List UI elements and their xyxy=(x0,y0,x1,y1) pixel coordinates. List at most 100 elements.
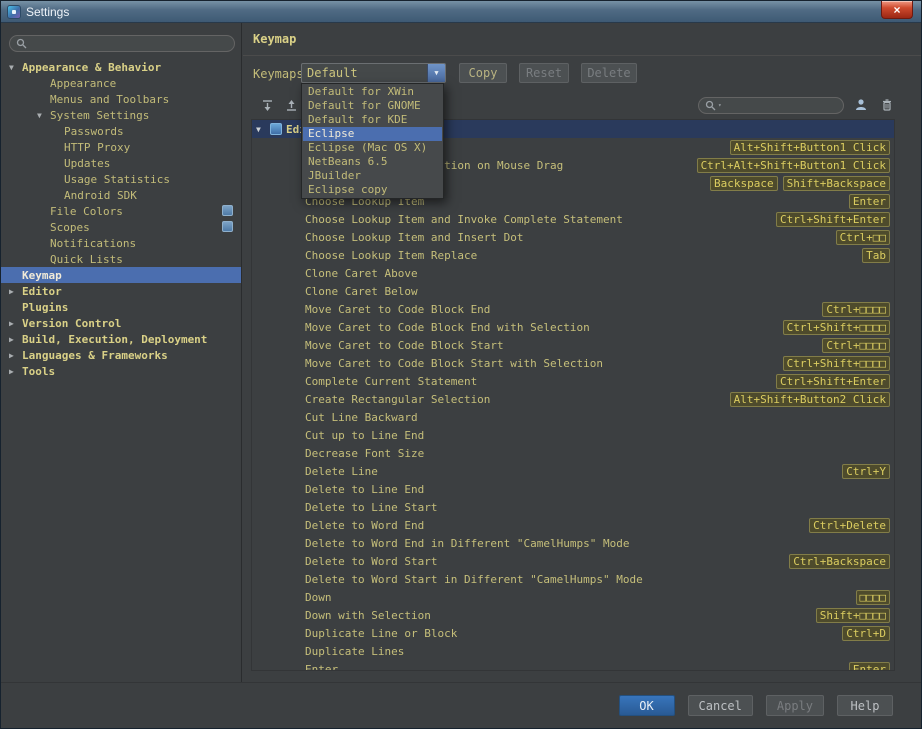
action-row-duplicate-lines[interactable]: Duplicate Lines xyxy=(252,642,894,660)
action-row-choose-lookup-item-and-invoke-complete-statement[interactable]: Choose Lookup Item and Invoke Complete S… xyxy=(252,210,894,228)
action-row-cut-line-backward[interactable]: Cut Line Backward xyxy=(252,408,894,426)
chevron-down-icon[interactable]: ▾ xyxy=(718,102,722,109)
shortcut-badges: Enter xyxy=(849,662,890,672)
sidebar-item-usage-statistics[interactable]: Usage Statistics xyxy=(1,171,241,187)
find-by-shortcut-icon[interactable] xyxy=(853,97,869,113)
action-row-delete-to-word-end-in-different-camelhumps-mode[interactable]: Delete to Word End in Different "CamelHu… xyxy=(252,534,894,552)
chevron-right-icon[interactable]: ▶ xyxy=(9,335,22,344)
shortcut-badge: Enter xyxy=(849,662,890,672)
sidebar-item-plugins[interactable]: Plugins xyxy=(1,299,241,315)
sidebar-item-label: Quick Lists xyxy=(50,253,123,266)
sidebar-item-version-control[interactable]: ▶Version Control xyxy=(1,315,241,331)
ok-button[interactable]: OK xyxy=(619,695,675,716)
shortcut-badge: Enter xyxy=(849,194,890,209)
sidebar-item-label: Passwords xyxy=(64,125,124,138)
action-label: Delete to Word End xyxy=(305,519,809,532)
chevron-right-icon[interactable]: ▶ xyxy=(9,287,22,296)
sidebar-item-languages-frameworks[interactable]: ▶Languages & Frameworks xyxy=(1,347,241,363)
sidebar-item-android-sdk[interactable]: Android SDK xyxy=(1,187,241,203)
dropdown-item-jbuilder[interactable]: JBuilder xyxy=(303,169,442,183)
action-label: Duplicate Lines xyxy=(305,645,890,658)
action-label: Cut up to Line End xyxy=(305,429,890,442)
apply-button[interactable]: Apply xyxy=(766,695,824,716)
action-search[interactable]: ▾ xyxy=(698,97,844,114)
sidebar-item-build-execution-deployment[interactable]: ▶Build, Execution, Deployment xyxy=(1,331,241,347)
action-row-choose-lookup-item-replace[interactable]: Choose Lookup Item ReplaceTab xyxy=(252,246,894,264)
sidebar-item-menus-and-toolbars[interactable]: Menus and Toolbars xyxy=(1,91,241,107)
dropdown-item-eclipse-mac-os-x[interactable]: Eclipse (Mac OS X) xyxy=(303,141,442,155)
shortcut-badges: Ctrl+Shift+□□□□ xyxy=(783,320,890,335)
sidebar-item-keymap[interactable]: Keymap xyxy=(1,267,241,283)
trash-icon[interactable] xyxy=(879,97,895,113)
action-row-choose-lookup-item-and-insert-dot[interactable]: Choose Lookup Item and Insert DotCtrl+□□ xyxy=(252,228,894,246)
action-row-delete-to-line-end[interactable]: Delete to Line End xyxy=(252,480,894,498)
action-row-delete-line[interactable]: Delete LineCtrl+Y xyxy=(252,462,894,480)
expand-all-icon[interactable] xyxy=(259,97,275,113)
action-row-delete-to-word-start[interactable]: Delete to Word StartCtrl+Backspace xyxy=(252,552,894,570)
help-button[interactable]: Help xyxy=(837,695,893,716)
action-row-move-caret-to-code-block-end[interactable]: Move Caret to Code Block EndCtrl+□□□□ xyxy=(252,300,894,318)
dropdown-item-default-for-gnome[interactable]: Default for GNOME xyxy=(303,99,442,113)
titlebar[interactable]: Settings × xyxy=(1,1,921,23)
chevron-down-icon[interactable]: ▼ xyxy=(256,125,266,134)
reset-button[interactable]: Reset xyxy=(519,63,569,83)
action-row-down[interactable]: Down□□□□ xyxy=(252,588,894,606)
action-row-move-caret-to-code-block-start[interactable]: Move Caret to Code Block StartCtrl+□□□□ xyxy=(252,336,894,354)
cancel-button[interactable]: Cancel xyxy=(688,695,753,716)
dropdown-item-default-for-xwin[interactable]: Default for XWin xyxy=(303,85,442,99)
delete-button[interactable]: Delete xyxy=(581,63,637,83)
sidebar-item-scopes[interactable]: Scopes xyxy=(1,219,241,235)
action-label: Choose Lookup Item Replace xyxy=(305,249,862,262)
action-row-clone-caret-above[interactable]: Clone Caret Above xyxy=(252,264,894,282)
chevron-down-icon[interactable]: ▼ xyxy=(37,111,50,120)
sidebar-item-label: Appearance & Behavior xyxy=(22,61,161,74)
dropdown-item-netbeans-6-5[interactable]: NetBeans 6.5 xyxy=(303,155,442,169)
action-row-down-with-selection[interactable]: Down with SelectionShift+□□□□ xyxy=(252,606,894,624)
action-row-move-caret-to-code-block-end-with-selection[interactable]: Move Caret to Code Block End with Select… xyxy=(252,318,894,336)
sidebar-item-appearance-behavior[interactable]: ▼Appearance & Behavior xyxy=(1,59,241,75)
action-row-duplicate-line-or-block[interactable]: Duplicate Line or BlockCtrl+D xyxy=(252,624,894,642)
sidebar-item-passwords[interactable]: Passwords xyxy=(1,123,241,139)
chevron-down-icon[interactable]: ▼ xyxy=(9,63,22,72)
action-row-delete-to-word-start-in-different-camelhumps-mode[interactable]: Delete to Word Start in Different "Camel… xyxy=(252,570,894,588)
keymap-dropdown: Default for XWinDefault for GNOMEDefault… xyxy=(301,83,444,199)
sidebar-item-system-settings[interactable]: ▼System Settings xyxy=(1,107,241,123)
close-button[interactable]: × xyxy=(881,1,913,19)
shortcut-badge: Ctrl+Alt+Shift+Button1 Click xyxy=(697,158,890,173)
action-row-complete-current-statement[interactable]: Complete Current StatementCtrl+Shift+Ent… xyxy=(252,372,894,390)
dropdown-item-default-for-kde[interactable]: Default for KDE xyxy=(303,113,442,127)
action-row-move-caret-to-code-block-start-with-selection[interactable]: Move Caret to Code Block Start with Sele… xyxy=(252,354,894,372)
action-row-delete-to-word-end[interactable]: Delete to Word EndCtrl+Delete xyxy=(252,516,894,534)
chevron-right-icon[interactable]: ▶ xyxy=(9,351,22,360)
sidebar-item-updates[interactable]: Updates xyxy=(1,155,241,171)
sidebar-item-file-colors[interactable]: File Colors xyxy=(1,203,241,219)
action-row-clone-caret-below[interactable]: Clone Caret Below xyxy=(252,282,894,300)
action-row-cut-up-to-line-end[interactable]: Cut up to Line End xyxy=(252,426,894,444)
chevron-down-icon[interactable]: ▼ xyxy=(427,64,445,82)
sidebar-item-notifications[interactable]: Notifications xyxy=(1,235,241,251)
action-label: Cut Line Backward xyxy=(305,411,890,424)
sidebar-item-tools[interactable]: ▶Tools xyxy=(1,363,241,379)
sidebar-search[interactable] xyxy=(9,35,235,52)
action-label: Clone Caret Below xyxy=(305,285,890,298)
chevron-right-icon[interactable]: ▶ xyxy=(9,367,22,376)
shortcut-badges: Ctrl+Shift+Enter xyxy=(776,212,890,227)
action-row-delete-to-line-start[interactable]: Delete to Line Start xyxy=(252,498,894,516)
action-search-input[interactable] xyxy=(724,99,837,112)
keymap-combobox[interactable]: Default ▼ xyxy=(301,63,446,83)
action-label: Move Caret to Code Block End with Select… xyxy=(305,321,783,334)
action-row-decrease-font-size[interactable]: Decrease Font Size xyxy=(252,444,894,462)
shortcut-badges: Ctrl+Alt+Shift+Button1 Click xyxy=(697,158,890,173)
sidebar-item-appearance[interactable]: Appearance xyxy=(1,75,241,91)
sidebar-search-input[interactable] xyxy=(31,37,228,50)
chevron-right-icon[interactable]: ▶ xyxy=(9,319,22,328)
copy-button[interactable]: Copy xyxy=(459,63,507,83)
sidebar-item-quick-lists[interactable]: Quick Lists xyxy=(1,251,241,267)
action-row-create-rectangular-selection[interactable]: Create Rectangular SelectionAlt+Shift+Bu… xyxy=(252,390,894,408)
action-row-enter[interactable]: EnterEnter xyxy=(252,660,894,671)
dropdown-item-eclipse[interactable]: Eclipse xyxy=(303,127,442,141)
dropdown-item-eclipse-copy[interactable]: Eclipse copy xyxy=(303,183,442,197)
sidebar-item-http-proxy[interactable]: HTTP Proxy xyxy=(1,139,241,155)
collapse-all-icon[interactable] xyxy=(283,97,299,113)
sidebar-item-editor[interactable]: ▶Editor xyxy=(1,283,241,299)
